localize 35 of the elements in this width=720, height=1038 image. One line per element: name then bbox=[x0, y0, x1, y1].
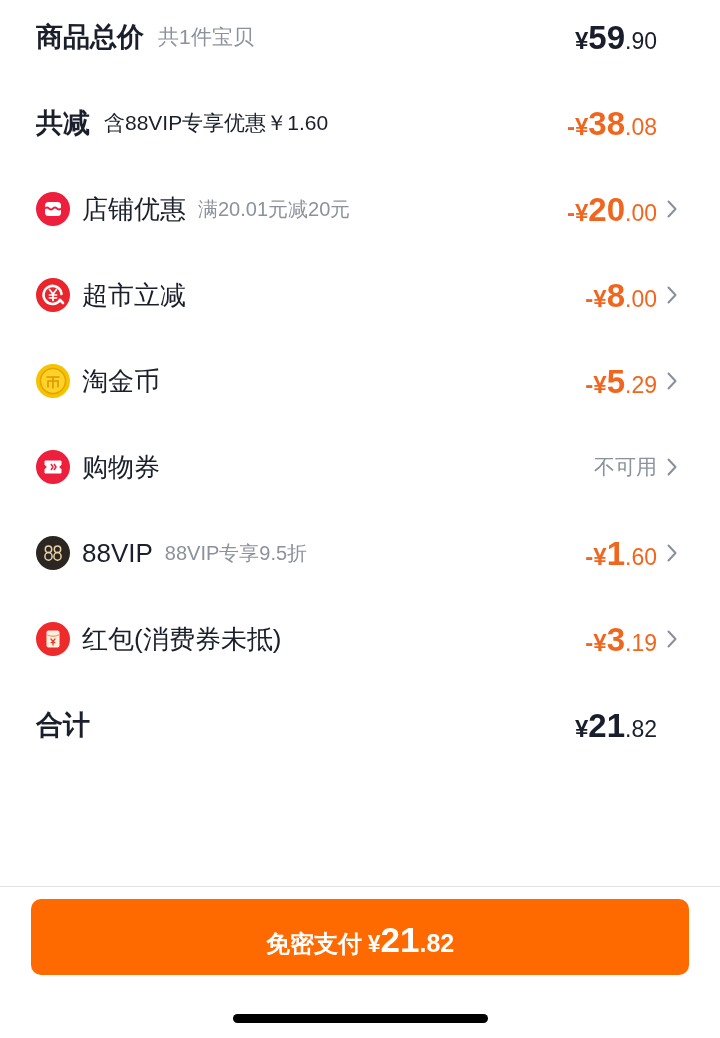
row-subtitle: 含88VIP专享优惠￥1.60 bbox=[104, 110, 329, 136]
envelope-icon bbox=[36, 622, 70, 656]
discount-label: 88VIP bbox=[82, 537, 153, 569]
chevron-right-icon[interactable] bbox=[667, 200, 677, 218]
chevron-right-icon[interactable] bbox=[667, 458, 677, 476]
chevron-right-icon[interactable] bbox=[667, 544, 677, 562]
discount-label: 店铺优惠 bbox=[82, 192, 186, 226]
discount-amount: -¥5.29 bbox=[585, 364, 657, 398]
yen-coin-icon bbox=[36, 278, 70, 312]
discount-label: 超市立减 bbox=[82, 278, 186, 312]
price-amount: -¥38.08 bbox=[566, 106, 657, 140]
row-title: 商品总价 bbox=[36, 21, 144, 54]
price-amount: ¥59.90 bbox=[574, 20, 657, 54]
discount-amount: -¥3.19 bbox=[585, 622, 657, 656]
discount-amount: -¥20.00 bbox=[566, 192, 657, 226]
total-label: 合计 bbox=[36, 709, 90, 742]
chevron-right-icon[interactable] bbox=[667, 286, 677, 304]
chevron-right-icon[interactable] bbox=[667, 630, 677, 648]
row-title: 共减 bbox=[36, 107, 90, 140]
discount-note: 88VIP专享9.5折 bbox=[164, 540, 308, 566]
coin-icon bbox=[36, 364, 70, 398]
ticket-icon bbox=[36, 450, 70, 484]
discount-label: 红包(消费券未抵) bbox=[82, 622, 282, 656]
shop-icon bbox=[36, 192, 70, 226]
total-amount: ¥21.82 bbox=[574, 708, 657, 742]
discount-label: 淘金币 bbox=[82, 364, 160, 398]
discount-status: 不可用 bbox=[594, 454, 657, 480]
discount-amount: -¥8.00 bbox=[585, 278, 657, 312]
discount-note: 满20.01元减20元 bbox=[198, 196, 351, 222]
row-subtitle: 共1件宝贝 bbox=[158, 24, 254, 50]
discount-label: 购物券 bbox=[82, 450, 160, 484]
discount-amount: -¥1.60 bbox=[585, 536, 657, 570]
double-eight-icon bbox=[36, 536, 70, 570]
pay-button[interactable]: 免密支付 ¥21.82 bbox=[31, 899, 689, 975]
chevron-right-icon[interactable] bbox=[667, 372, 677, 390]
